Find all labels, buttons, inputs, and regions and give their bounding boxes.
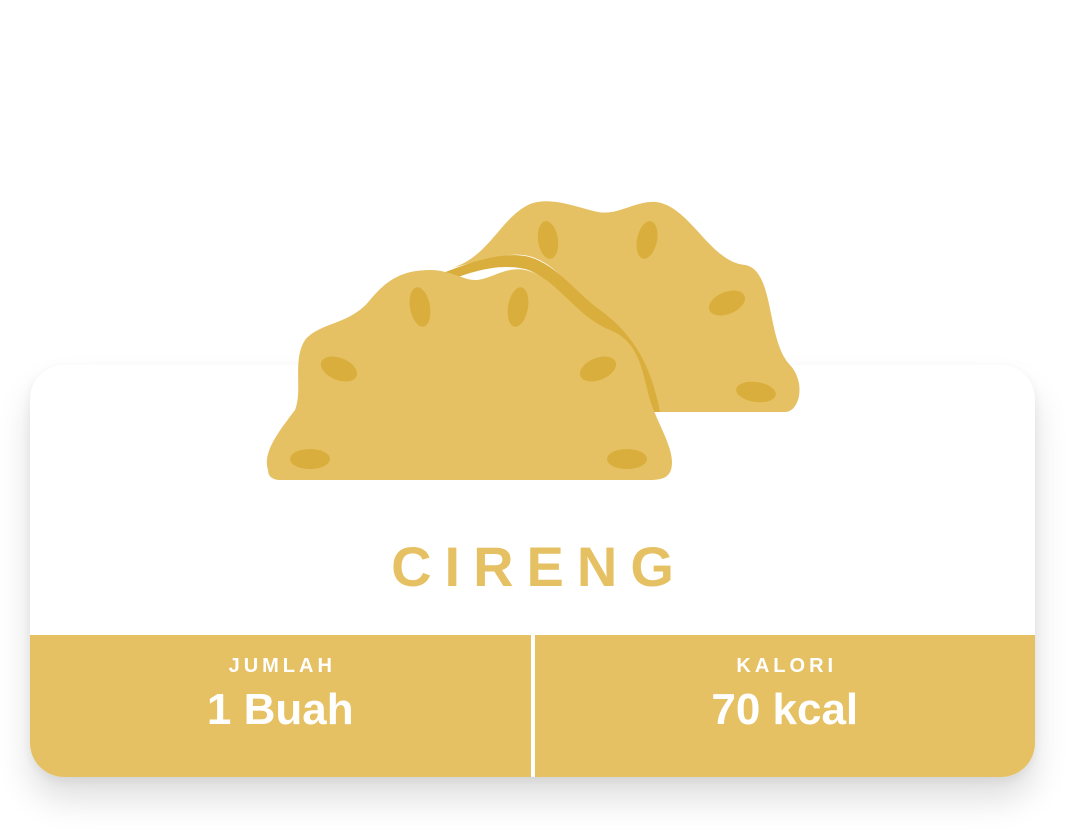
- food-name: CIRENG: [391, 535, 687, 598]
- food-info-screen: CIRENG JUMLAH 1 Buah KALORI 70 kcal: [0, 0, 1066, 838]
- calories-label: KALORI: [736, 655, 838, 677]
- cireng-food-icon: [266, 201, 800, 480]
- quantity-value: 1 Buah: [206, 685, 354, 734]
- quantity-label: JUMLAH: [228, 655, 336, 677]
- calories-value: 70 kcal: [711, 685, 859, 734]
- info-bar: JUMLAH 1 Buah KALORI 70 kcal: [30, 635, 1035, 777]
- calories-cell: KALORI 70 kcal: [535, 635, 1036, 777]
- quantity-cell: JUMLAH 1 Buah: [30, 635, 531, 777]
